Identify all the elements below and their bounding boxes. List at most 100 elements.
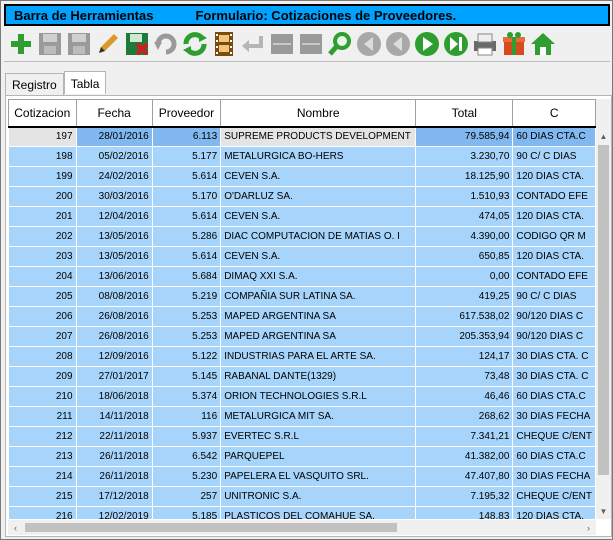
table-cell[interactable]: 26/08/2016	[75, 326, 153, 347]
table-cell[interactable]: 116	[151, 406, 222, 427]
scroll-up-icon[interactable]: ▲	[596, 129, 611, 144]
table-cell[interactable]: 204	[8, 266, 77, 287]
table-cell[interactable]: 5.937	[151, 426, 222, 447]
table-cell[interactable]: 3.230,70	[415, 146, 514, 167]
next-button[interactable]	[412, 29, 441, 59]
table-row[interactable]: 202 13/05/2016 5.286 DIAC COMPUTACION DE MA…	[8, 226, 596, 247]
table-cell[interactable]: 30 DIAS FECHA	[512, 406, 596, 427]
table-cell[interactable]: 26/11/2018	[75, 466, 153, 487]
table-row[interactable]: 200 30/03/2016 5.170 O'DARLUZ SA. 1.510,93 CO…	[8, 186, 596, 207]
table-cell[interactable]: 7.341,21	[415, 426, 514, 447]
save-as-disabled-button[interactable]	[64, 29, 93, 59]
table-cell[interactable]: 120 DIAS CTA.	[512, 246, 596, 267]
table-cell[interactable]: 268,62	[415, 406, 514, 427]
table-cell[interactable]: 73,48	[415, 366, 514, 387]
table-cell[interactable]: 419,25	[415, 286, 514, 307]
table-cell[interactable]: 206	[8, 306, 77, 327]
column-header[interactable]: Cotizacion	[8, 99, 77, 128]
table-cell[interactable]: 5.219	[151, 286, 222, 307]
table-cell[interactable]: 13/05/2016	[75, 246, 153, 267]
table-cell[interactable]: 60 DIAS CTA.C	[512, 386, 596, 407]
table-cell[interactable]: 5.122	[151, 346, 222, 367]
table-cell[interactable]: CEVEN S.A.	[220, 246, 417, 267]
table-cell[interactable]: 22/11/2018	[75, 426, 153, 447]
table-cell[interactable]: 5.374	[151, 386, 222, 407]
table-row[interactable]: 199 24/02/2016 5.614 CEVEN S.A. 18.125,90 120…	[8, 166, 596, 187]
undo-disabled-button[interactable]	[151, 29, 180, 59]
table-cell[interactable]: 12/02/2019	[75, 506, 153, 519]
column-header[interactable]: C	[512, 99, 596, 128]
table-cell[interactable]: 205	[8, 286, 77, 307]
table-cell[interactable]: METALURGICA MIT SA.	[220, 406, 417, 427]
table-row[interactable]: 211 14/11/2018 116 METALURGICA MIT SA. 268,6…	[8, 406, 596, 427]
table-cell[interactable]: 1.510,93	[415, 186, 514, 207]
search-button[interactable]	[325, 29, 354, 59]
table-cell[interactable]: 90/120 DIAS C	[512, 306, 596, 327]
table-cell[interactable]: MAPED ARGENTINA SA	[220, 326, 417, 347]
disabled-panel-2-button[interactable]	[296, 29, 325, 59]
table-cell[interactable]: 197	[8, 126, 77, 147]
vertical-scroll-thumb[interactable]	[598, 145, 609, 475]
table-cell[interactable]: 215	[8, 486, 77, 507]
table-cell[interactable]: 6.542	[151, 446, 222, 467]
table-cell[interactable]: SUPREME PRODUCTS DEVELOPMENT	[220, 126, 417, 147]
scroll-right-icon[interactable]: ›	[581, 520, 596, 535]
table-cell[interactable]: 13/05/2016	[75, 226, 153, 247]
table-cell[interactable]: 216	[8, 506, 77, 519]
add-button[interactable]	[6, 29, 35, 59]
table-row[interactable]: 213 26/11/2018 6.542 PARQUEPEL 41.382,00 60 D…	[8, 446, 596, 467]
table-cell[interactable]: 08/08/2016	[75, 286, 153, 307]
table-cell[interactable]: 90 C/ C DIAS	[512, 146, 596, 167]
tab-tabla[interactable]: Tabla	[63, 71, 107, 94]
last-button[interactable]	[441, 29, 470, 59]
table-cell[interactable]: 5.684	[151, 266, 222, 287]
table-cell[interactable]: 120 DIAS CTA.	[512, 206, 596, 227]
table-cell[interactable]: 7.195,32	[415, 486, 514, 507]
table-row[interactable]: 205 08/08/2016 5.219 COMPAÑIA SUR LATINA SA…	[8, 286, 596, 307]
table-cell[interactable]: 257	[151, 486, 222, 507]
table-cell[interactable]: RABANAL DANTE(1329)	[220, 366, 417, 387]
table-cell[interactable]: 13/06/2016	[75, 266, 153, 287]
table-row[interactable]: 197 28/01/2016 6.113 SUPREME PRODUCTS DEVEL…	[8, 126, 596, 147]
film-button[interactable]	[209, 29, 238, 59]
table-row[interactable]: 203 13/05/2016 5.614 CEVEN S.A. 650,85 120 DI…	[8, 246, 596, 267]
table-cell[interactable]: 41.382,00	[415, 446, 514, 467]
table-cell[interactable]: PAPELERA EL VASQUITO SRL.	[220, 466, 417, 487]
table-cell[interactable]: 12/04/2016	[75, 206, 153, 227]
save-disabled-button[interactable]	[35, 29, 64, 59]
table-cell[interactable]: O'DARLUZ SA.	[220, 186, 417, 207]
table-row[interactable]: 204 13/06/2016 5.684 DIMAQ XXI S.A. 0,00 CONT…	[8, 266, 596, 287]
table-cell[interactable]: 5.177	[151, 146, 222, 167]
table-cell[interactable]: 650,85	[415, 246, 514, 267]
table-cell[interactable]: CEVEN S.A.	[220, 206, 417, 227]
table-cell[interactable]: COMPAÑIA SUR LATINA SA.	[220, 286, 417, 307]
table-cell[interactable]: DIAC COMPUTACION DE MATIAS O. I	[220, 226, 417, 247]
table-cell[interactable]: 214	[8, 466, 77, 487]
table-cell[interactable]: 79.585,94	[415, 126, 514, 147]
table-cell[interactable]: CODIGO QR M	[512, 226, 596, 247]
table-cell[interactable]: 90/120 DIAS C	[512, 326, 596, 347]
table-cell[interactable]: 5.230	[151, 466, 222, 487]
table-row[interactable]: 214 26/11/2018 5.230 PAPELERA EL VASQUITO S…	[8, 466, 596, 487]
gift-button[interactable]	[499, 29, 528, 59]
table-cell[interactable]: 200	[8, 186, 77, 207]
table-cell[interactable]: 6.113	[151, 126, 222, 147]
table-cell[interactable]: 18/06/2018	[75, 386, 153, 407]
table-row[interactable]: 212 22/11/2018 5.937 EVERTEC S.R.L 7.341,21 C…	[8, 426, 596, 447]
table-cell[interactable]: 47.407,80	[415, 466, 514, 487]
table-cell[interactable]: 212	[8, 426, 77, 447]
table-cell[interactable]: 5.253	[151, 326, 222, 347]
table-row[interactable]: 216 12/02/2019 5.185 PLASTICOS DEL COMAHUE …	[8, 506, 596, 519]
table-cell[interactable]: 90 C/ C DIAS	[512, 286, 596, 307]
table-cell[interactable]: 208	[8, 346, 77, 367]
refresh-button[interactable]	[180, 29, 209, 59]
table-cell[interactable]: 05/02/2016	[75, 146, 153, 167]
table-cell[interactable]: 124,17	[415, 346, 514, 367]
table-row[interactable]: 198 05/02/2016 5.177 METALURGICA BO-HERS 3.2…	[8, 146, 596, 167]
disabled-panel-1-button[interactable]	[267, 29, 296, 59]
table-row[interactable]: 207 26/08/2016 5.253 MAPED ARGENTINA SA 205.…	[8, 326, 596, 347]
table-cell[interactable]: 120 DIAS CTA.	[512, 506, 596, 519]
table-cell[interactable]: 474,05	[415, 206, 514, 227]
table-cell[interactable]: 26/08/2016	[75, 306, 153, 327]
table-cell[interactable]: CONTADO EFE	[512, 186, 596, 207]
